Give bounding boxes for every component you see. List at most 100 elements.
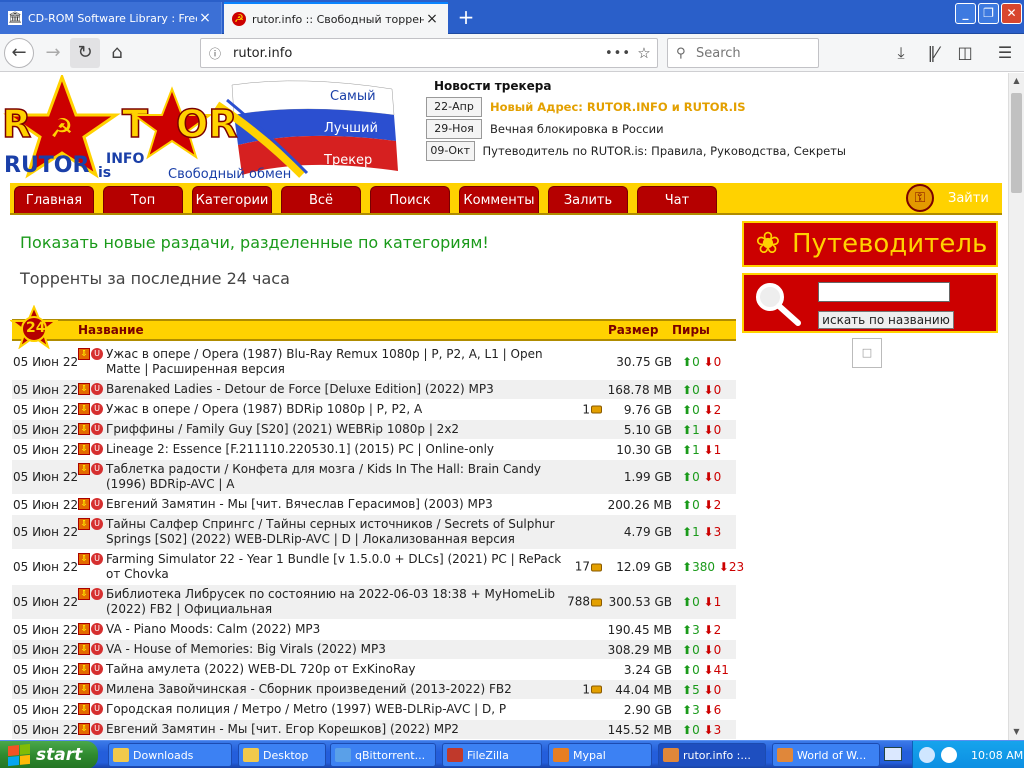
taskbar-item[interactable]: World of W... (772, 743, 880, 767)
torrent-title-link[interactable]: Евгений Замятин - Мы [чит. Вячеслав Гера… (106, 497, 604, 512)
download-icon[interactable]: ⇩ (78, 553, 90, 565)
title-search-input[interactable] (818, 282, 950, 302)
menu-upload[interactable]: Залить (548, 186, 628, 213)
table-row[interactable]: 05 Июн 22 ⇩ U Тайна амулета (2022) WEB-DL 7… (12, 660, 736, 680)
url-bar[interactable]: ⓘ rutor.info ••• ☆ (200, 38, 658, 68)
sidebar-toggle-icon[interactable]: ◫ (950, 38, 980, 68)
minimize-button[interactable]: _ (955, 3, 976, 24)
torrent-title-link[interactable]: Городская полиция / Метро / Metro (1997)… (106, 702, 604, 717)
comment-count[interactable]: 17 (575, 560, 602, 575)
torrent-title-link[interactable]: Farming Simulator 22 - Year 1 Bundle [v … (106, 552, 604, 582)
magnet-icon[interactable]: U (91, 703, 103, 715)
menu-categories[interactable]: Категории (192, 186, 272, 213)
table-row[interactable]: 05 Июн 22 ⇩ U VA - Piano Moods: Calm (2022)… (12, 620, 736, 640)
table-row[interactable]: 05 Июн 22 ⇩ U Ужас в опере / Opera (1987) B… (12, 400, 736, 420)
magnet-icon[interactable]: U (91, 553, 103, 565)
magnet-icon[interactable]: U (91, 463, 103, 475)
table-row[interactable]: 05 Июн 22 ⇩ U Таблетка радости / Конфета дл… (12, 460, 736, 495)
comment-count[interactable]: 1 (582, 682, 602, 697)
torrent-title-link[interactable]: VA - Piano Moods: Calm (2022) MP3 (106, 622, 604, 637)
scrollbar-thumb[interactable] (1011, 93, 1022, 193)
network-icon[interactable] (919, 747, 935, 763)
torrent-title-link[interactable]: Гриффины / Family Guy [S20] (2021) WEBRi… (106, 422, 604, 437)
download-icon[interactable]: ⇩ (78, 443, 90, 455)
table-row[interactable]: 05 Июн 22 ⇩ U Lineage 2: Essence [F.211110.… (12, 440, 736, 460)
menu-top[interactable]: Топ (103, 186, 183, 213)
news-item[interactable]: 09-Окт Путеводитель по RUTOR.is: Правила… (426, 141, 846, 161)
page-scrollbar[interactable]: ▲ ▼ (1008, 73, 1024, 740)
start-button[interactable]: start (0, 741, 98, 768)
download-icon[interactable]: ⇩ (78, 518, 90, 530)
comment-count[interactable]: 788 (567, 595, 602, 610)
maximize-button[interactable]: ❐ (978, 3, 999, 24)
magnet-icon[interactable]: U (91, 623, 103, 635)
page-actions-icon[interactable]: ••• (605, 46, 631, 61)
table-row[interactable]: 05 Июн 22 ⇩ U Библиотека Либрусек по состоя… (12, 585, 736, 620)
menu-chat[interactable]: Чат (637, 186, 717, 213)
download-icon[interactable]: ⇩ (78, 663, 90, 675)
download-icon[interactable]: ⇩ (78, 403, 90, 415)
rutor-logo[interactable]: ☭ R T OR RUTOR INFO is Самый Лучший Трек… (1, 73, 420, 185)
magnet-icon[interactable]: U (91, 348, 103, 360)
magnet-icon[interactable]: U (91, 498, 103, 510)
download-icon[interactable]: ⇩ (78, 423, 90, 435)
table-row[interactable]: 05 Июн 22 ⇩ U Farming Simulator 22 - Year 1… (12, 550, 744, 585)
browser-search-input[interactable] (696, 45, 816, 61)
browser-search-box[interactable]: ⚲ (667, 38, 819, 68)
bookmark-star-icon[interactable]: ☆ (631, 44, 657, 62)
table-row[interactable]: 05 Июн 22 ⇩ U Городская полиция / Метро / M… (12, 700, 736, 720)
menu-comments[interactable]: Комменты (459, 186, 539, 213)
download-icon[interactable]: ⇩ (78, 703, 90, 715)
torrent-title-link[interactable]: Тайны Салфер Спрингс / Тайны серных исто… (106, 517, 604, 547)
news-item[interactable]: 29-Ноя Вечная блокировка в России (426, 119, 846, 139)
col-name-header[interactable]: Название (78, 323, 144, 337)
magnet-icon[interactable]: U (91, 383, 103, 395)
download-icon[interactable]: ⇩ (78, 348, 90, 360)
scroll-down-arrow-icon[interactable]: ▼ (1009, 724, 1024, 740)
table-row[interactable]: 05 Июн 22 ⇩ U Гриффины / Family Guy [S20] (… (12, 420, 736, 440)
torrent-title-link[interactable]: Милена Завойчинская - Сборник произведен… (106, 682, 604, 697)
download-icon[interactable]: ⇩ (78, 683, 90, 695)
download-icon[interactable]: ⇩ (78, 623, 90, 635)
torrent-title-link[interactable]: Библиотека Либрусек по состоянию на 2022… (106, 587, 604, 617)
close-tab-icon[interactable]: × (197, 10, 213, 26)
news-link[interactable]: Новый Адрес: RUTOR.INFO и RUTOR.IS (482, 100, 746, 114)
menu-home[interactable]: Главная (14, 186, 94, 213)
table-row[interactable]: 05 Июн 22 ⇩ U Евгений Замятин - Мы [чит. Вя… (12, 495, 736, 515)
table-row[interactable]: 05 Июн 22 ⇩ U Евгений Замятин - Мы [чит. Ег… (12, 720, 736, 740)
magnet-icon[interactable]: U (91, 683, 103, 695)
magnet-icon[interactable]: U (91, 663, 103, 675)
guide-banner[interactable]: ❀ Путеводитель (742, 221, 998, 267)
news-item[interactable]: 22-Апр Новый Адрес: RUTOR.INFO и RUTOR.I… (426, 97, 846, 117)
show-new-by-category-link[interactable]: Показать новые раздачи, разделенные по к… (20, 233, 489, 252)
forward-button[interactable]: → (38, 38, 68, 68)
torrent-title-link[interactable]: Ужас в опере / Opera (1987) Blu-Ray Remu… (106, 347, 604, 377)
torrent-title-link[interactable]: Евгений Замятин - Мы [чит. Егор Корешков… (106, 722, 604, 737)
site-info-icon[interactable]: ⓘ (209, 45, 227, 62)
reload-button[interactable]: ↻ (70, 38, 100, 68)
taskbar-item[interactable]: FileZilla (442, 743, 542, 767)
download-icon[interactable]: ⇩ (78, 463, 90, 475)
taskbar-item[interactable]: qBittorrent... (330, 743, 436, 767)
download-icon[interactable]: ⇩ (78, 588, 90, 600)
close-tab-icon[interactable]: × (424, 11, 440, 27)
taskbar-item[interactable]: Desktop (238, 743, 326, 767)
table-row[interactable]: 05 Июн 22 ⇩ U Ужас в опере / Opera (1987) B… (12, 345, 736, 380)
torrent-title-link[interactable]: Lineage 2: Essence [F.211110.220530.1] (… (106, 442, 604, 457)
scroll-up-arrow-icon[interactable]: ▲ (1009, 73, 1024, 89)
home-button[interactable]: ⌂ (102, 38, 132, 68)
download-icon[interactable]: ⇩ (78, 643, 90, 655)
magnet-icon[interactable]: U (91, 518, 103, 530)
back-button[interactable]: ← (4, 38, 34, 68)
download-icon[interactable]: ⇩ (78, 498, 90, 510)
download-icon[interactable]: ⇩ (78, 383, 90, 395)
tab-cdrom-library[interactable]: 🏛 CD-ROM Software Library : Free S × (0, 2, 222, 34)
new-tab-button[interactable]: + (452, 4, 480, 30)
hamburger-menu-icon[interactable]: ☰ (990, 38, 1020, 68)
download-icon[interactable]: ⇩ (78, 723, 90, 735)
menu-search[interactable]: Поиск (370, 186, 450, 213)
table-row[interactable]: 05 Июн 22 ⇩ U Тайны Салфер Спрингс / Тайны … (12, 515, 736, 550)
close-window-button[interactable]: ✕ (1001, 3, 1022, 24)
col-peers-header[interactable]: Пиры (672, 323, 710, 337)
magnet-icon[interactable]: U (91, 403, 103, 415)
